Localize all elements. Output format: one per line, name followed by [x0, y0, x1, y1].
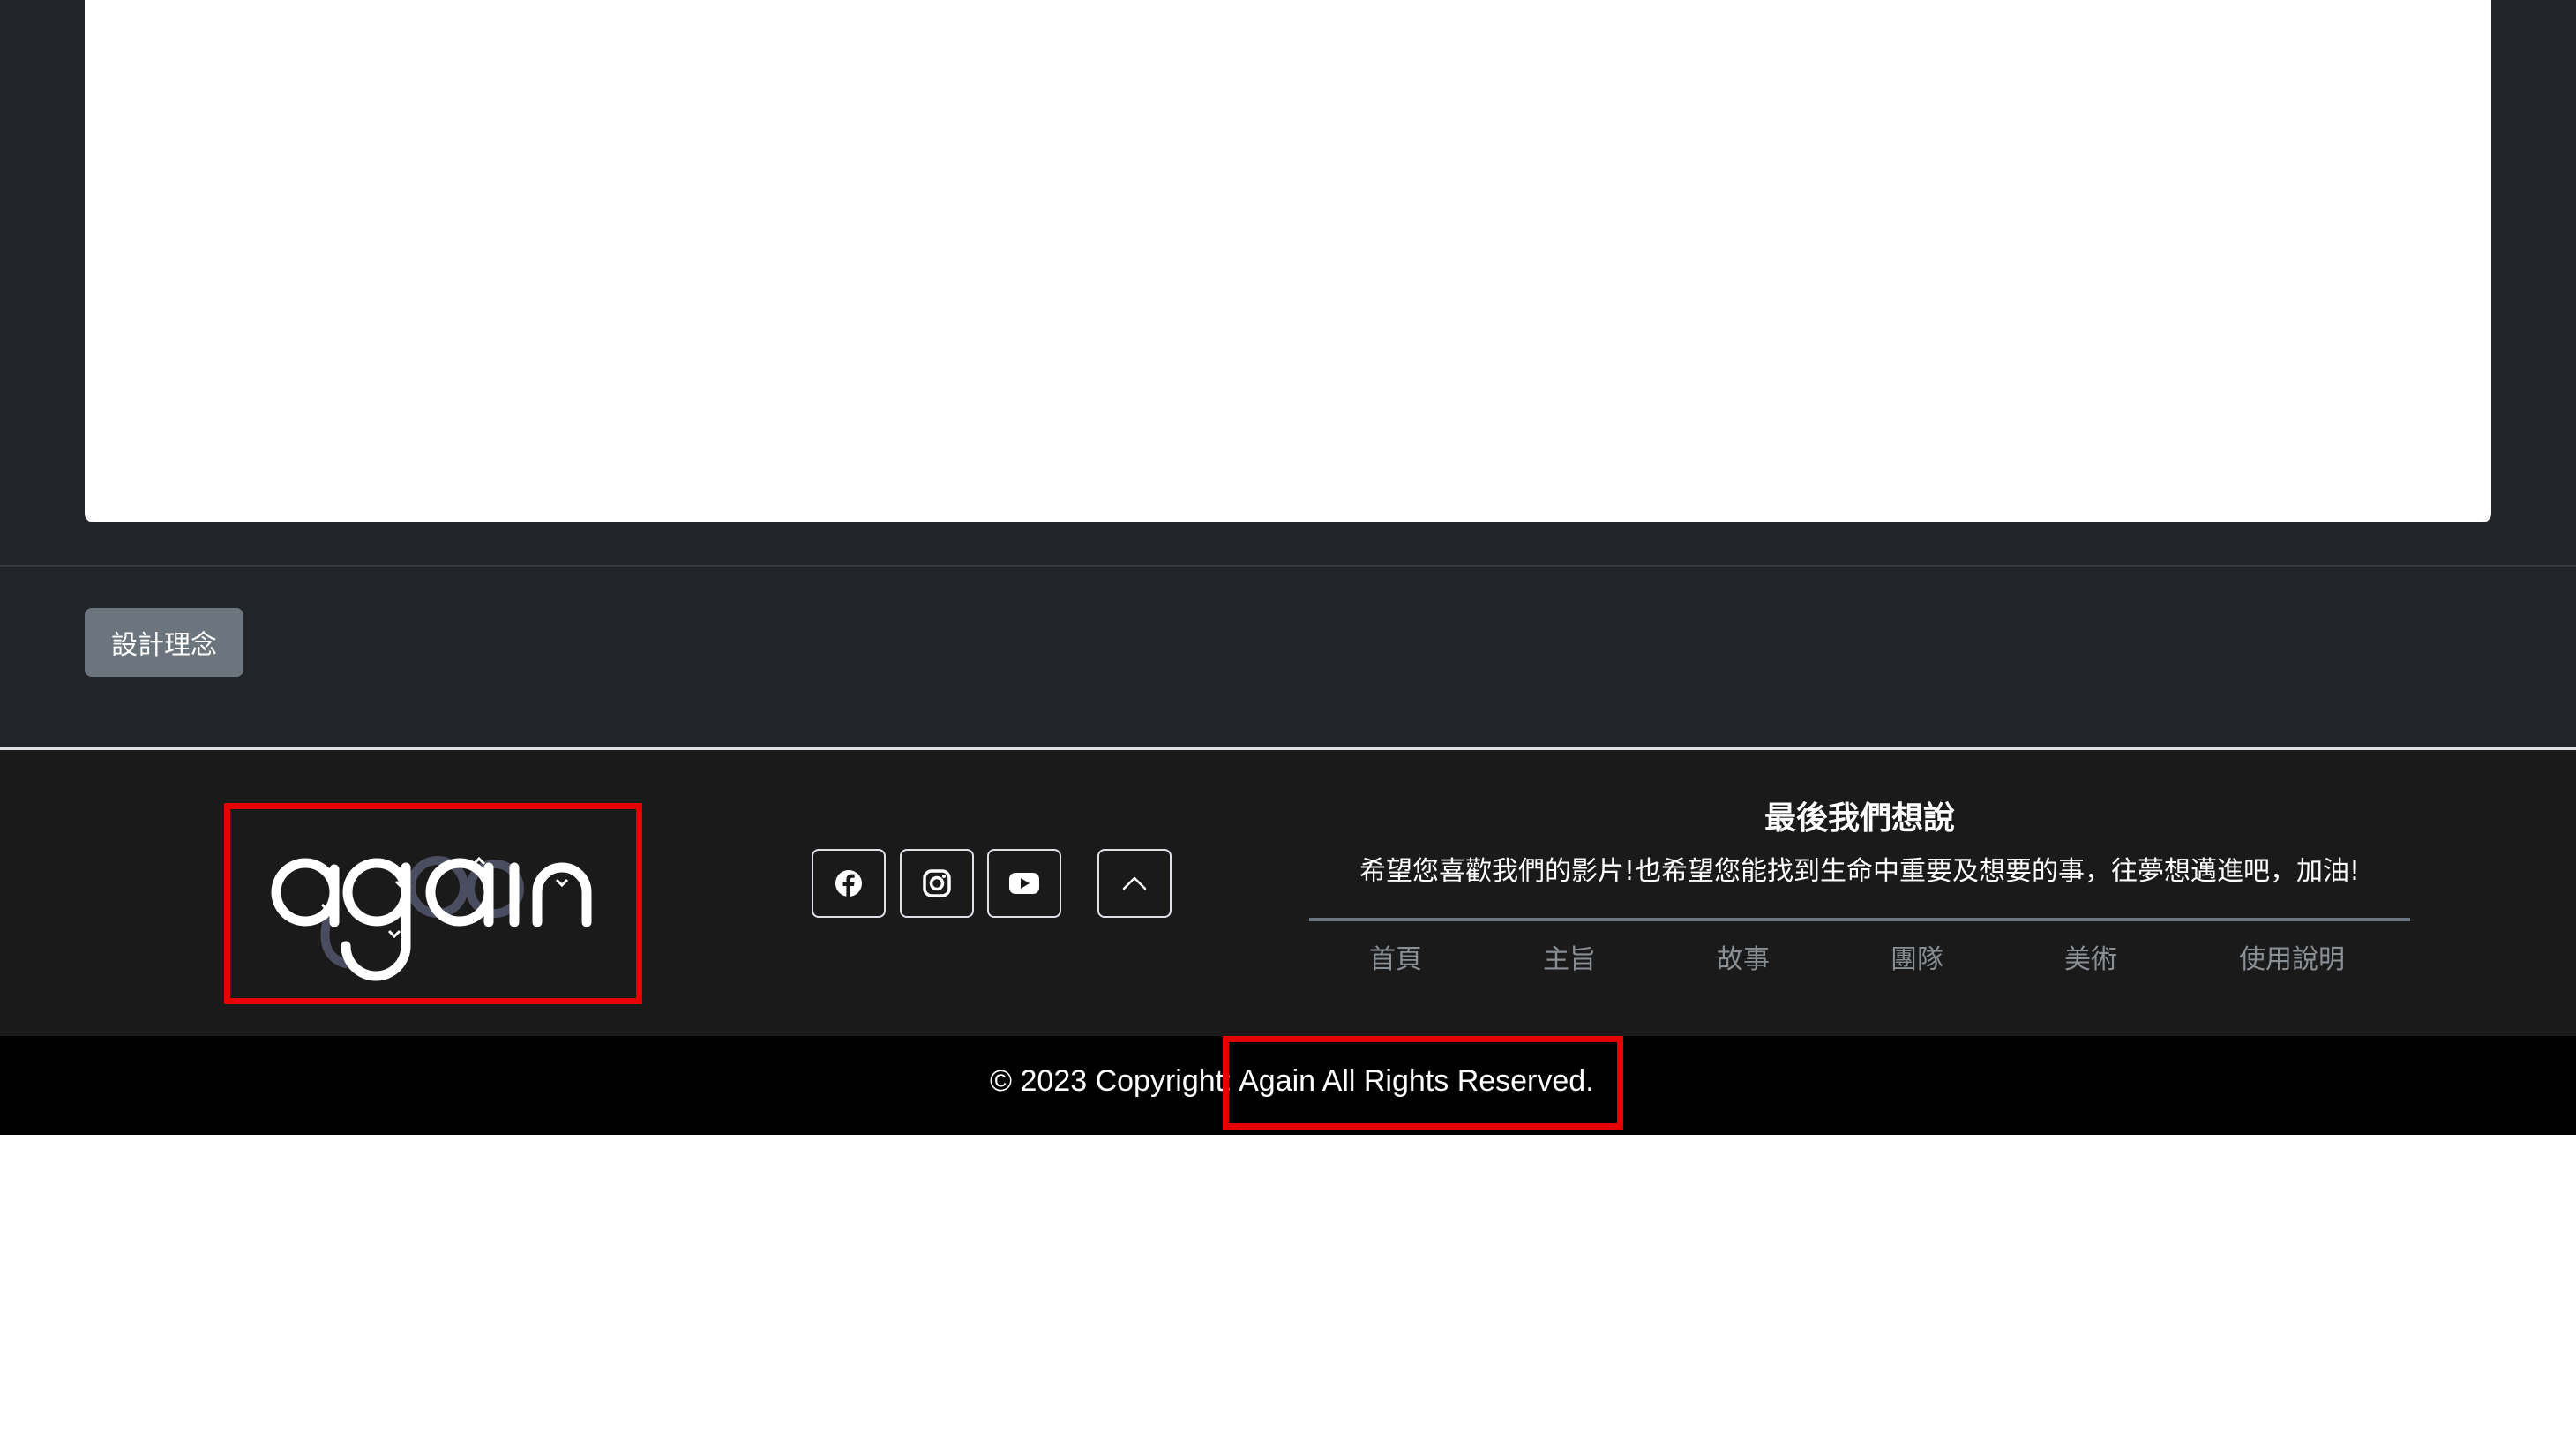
- copyright-highlight-box: [1223, 1036, 1623, 1130]
- footer-message: 希望您喜歡我們的影片!也希望您能找到生命中重要及想要的事，往夢想邁進吧，加油!: [1359, 856, 2361, 887]
- content-panel: [85, 0, 2491, 522]
- page: 設計理念 最後我們想說 希望您喜歡我們的影片!也希望您能找到生命中重要及想要的事…: [0, 0, 2576, 1449]
- again-logo: [271, 856, 592, 981]
- youtube-icon: [1009, 873, 1039, 894]
- page-bottom-blank: [0, 1135, 2576, 1449]
- footer-title: 最後我們想說: [1764, 800, 1955, 837]
- back-to-top-button[interactable]: [1097, 849, 1172, 918]
- youtube-button[interactable]: [987, 849, 1061, 918]
- instagram-button[interactable]: [900, 849, 974, 918]
- button-section: 設計理念: [0, 565, 2576, 747]
- nav-link-instructions[interactable]: 使用說明: [2239, 937, 2345, 976]
- facebook-button[interactable]: [812, 849, 886, 918]
- content-section: [0, 0, 2576, 565]
- footer-nav: 首頁 主旨 故事 團隊 美術 使用說明: [1309, 937, 2410, 981]
- nav-link-team[interactable]: 團隊: [1891, 937, 1943, 976]
- footer-divider: [1309, 918, 2410, 921]
- nav-link-purpose[interactable]: 主旨: [1543, 937, 1596, 976]
- logo-highlight-box: [224, 803, 642, 1004]
- facebook-icon: [835, 870, 862, 897]
- design-concept-button[interactable]: 設計理念: [85, 608, 243, 677]
- nav-link-art[interactable]: 美術: [2064, 937, 2117, 976]
- footer: 最後我們想說 希望您喜歡我們的影片!也希望您能找到生命中重要及想要的事，往夢想邁…: [0, 750, 2576, 1036]
- chevron-up-icon: [1122, 876, 1147, 890]
- nav-link-story[interactable]: 故事: [1717, 937, 1770, 976]
- nav-link-home[interactable]: 首頁: [1369, 937, 1422, 976]
- instagram-icon: [923, 869, 951, 897]
